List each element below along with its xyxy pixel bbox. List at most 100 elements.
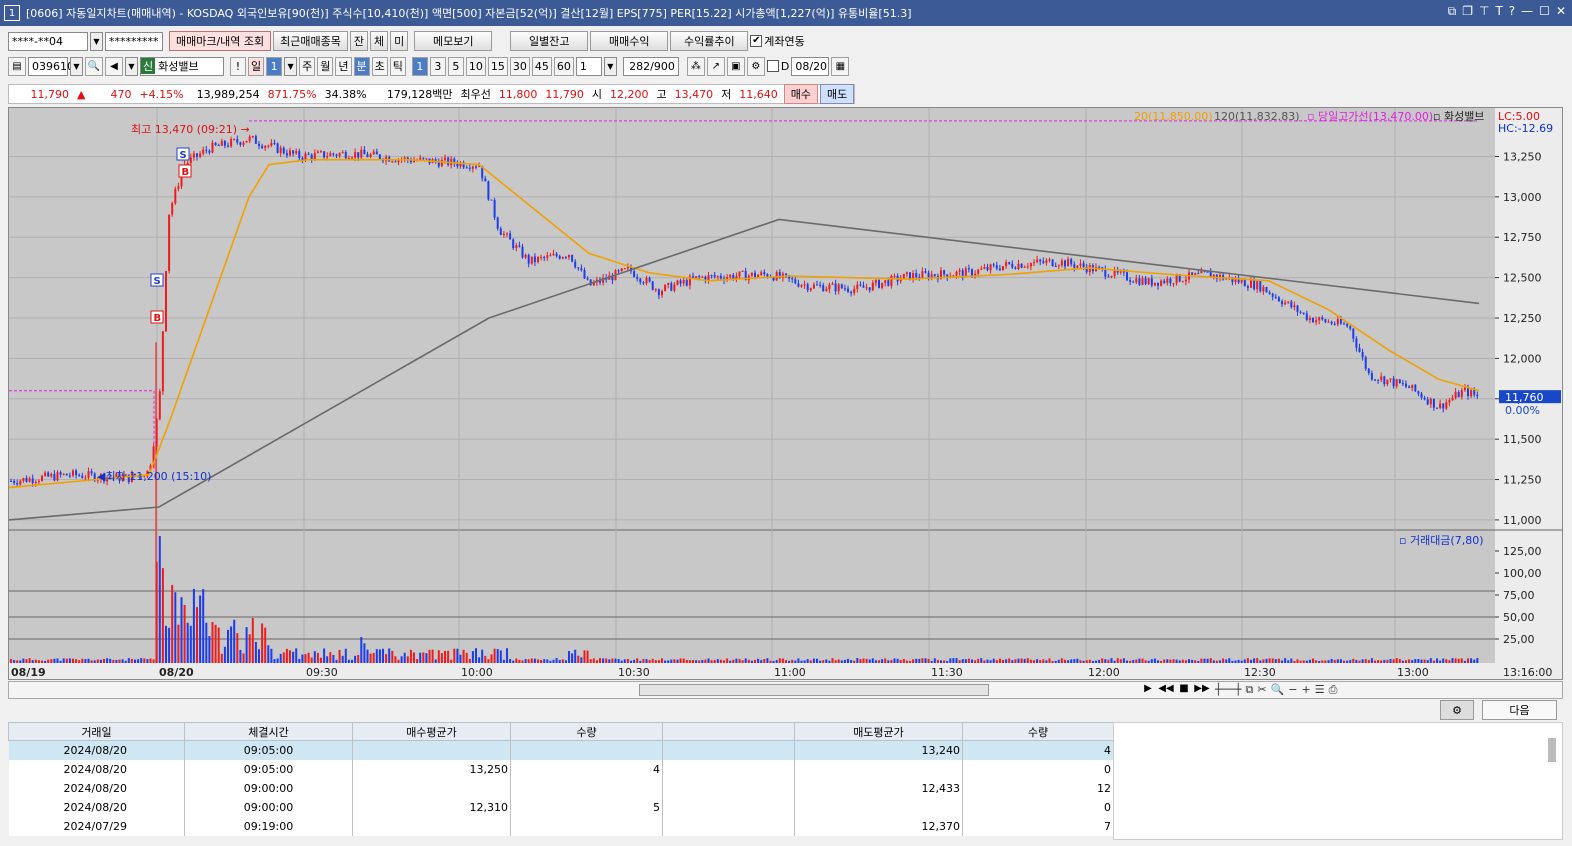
copy-icon[interactable]: ⧉: [1246, 683, 1254, 697]
stock-menu-icon[interactable]: ▤: [8, 56, 26, 76]
save-icon[interactable]: ▣: [726, 56, 745, 76]
speaker-icon[interactable]: ◀: [105, 56, 123, 76]
volume-bar: [1318, 660, 1321, 663]
candle: [363, 149, 366, 155]
pin-icon[interactable]: ⊤: [1479, 4, 1489, 19]
trade-profit-button[interactable]: 매매수익: [590, 31, 669, 51]
period-week-button[interactable]: 주: [299, 56, 316, 76]
period-minute-button[interactable]: 분: [353, 56, 370, 76]
period-second-button[interactable]: 초: [371, 56, 388, 76]
table-row[interactable]: 2024/08/20 09:05:00 13,240 4: [8, 740, 1114, 760]
plus-icon[interactable]: +: [1302, 683, 1311, 697]
period-dropdown-icon[interactable]: ▼: [284, 56, 298, 76]
stock-name-field[interactable]: 신 화성밸브: [140, 56, 224, 76]
table-cell: [662, 740, 795, 760]
date-checkbox[interactable]: [766, 60, 779, 72]
account-input[interactable]: ****-**04: [8, 31, 88, 51]
account-link-checkbox[interactable]: ✔ 계좌연동: [750, 33, 805, 49]
x-tick-label: 12:30: [1244, 666, 1276, 679]
period-month-button[interactable]: 월: [317, 56, 334, 76]
candle: [1150, 278, 1153, 286]
balance-button[interactable]: 잔: [349, 31, 369, 51]
volume-bar: [149, 658, 152, 663]
table-cell: 09:19:00: [184, 816, 353, 836]
period-day-value[interactable]: 1: [266, 56, 283, 76]
print-icon[interactable]: ⎙: [1329, 683, 1338, 697]
rewind-icon[interactable]: ◀◀: [1158, 683, 1174, 697]
play-icon[interactable]: ▶: [1140, 683, 1156, 697]
memo-button[interactable]: 메모보기: [414, 31, 493, 51]
period-year-button[interactable]: 년: [335, 56, 352, 76]
minus-icon[interactable]: −: [1288, 683, 1297, 697]
account-dropdown-icon[interactable]: ▼: [90, 31, 103, 51]
header-buy-avg[interactable]: 매수평균가: [352, 722, 511, 741]
interval-15-button[interactable]: 15: [487, 56, 508, 76]
price-chart[interactable]: 13,250 13,000 12,750 12,500 12,250 12,000 11,7…: [9, 108, 1562, 679]
interval-60-button[interactable]: 60: [553, 56, 574, 76]
trade-mark-button[interactable]: 매매마크/내역 조회: [169, 31, 272, 51]
link-icon[interactable]: ⧉: [1448, 4, 1457, 19]
indicator-icon[interactable]: ⁂: [686, 56, 705, 76]
check-icon[interactable]: ✔: [750, 35, 763, 47]
executed-button[interactable]: 체: [370, 31, 389, 51]
table-row[interactable]: 2024/07/29 09:19:00 12,370 7: [8, 816, 1114, 836]
date-input[interactable]: 08/20: [791, 56, 830, 76]
interval-10-button[interactable]: 10: [465, 56, 486, 76]
data-count-input[interactable]: 282/900: [622, 56, 679, 76]
period-tick-button[interactable]: 틱: [389, 56, 406, 76]
recent-trades-button[interactable]: 최근매매종목: [273, 31, 348, 51]
restore-icon[interactable]: ❐: [1462, 4, 1473, 19]
password-input[interactable]: *********: [105, 31, 163, 51]
chart-area[interactable]: 13,250 13,000 12,750 12,500 12,250 12,000 11,7…: [8, 107, 1563, 680]
interval-5-button[interactable]: 5: [447, 56, 464, 76]
next-button[interactable]: 다음: [1482, 700, 1557, 720]
candle: [834, 283, 837, 292]
period-day-button[interactable]: 일: [248, 56, 265, 76]
sell-button[interactable]: 매도: [820, 84, 855, 104]
scroll-thumb[interactable]: [639, 684, 989, 696]
interval-3-button[interactable]: 3: [429, 56, 446, 76]
interval-45-button[interactable]: 45: [531, 56, 552, 76]
profit-rate-button[interactable]: 수익률추이: [670, 31, 749, 51]
speaker-dropdown-icon[interactable]: ▼: [125, 56, 138, 76]
close-icon[interactable]: ✕: [1556, 4, 1566, 19]
stock-code-input[interactable]: 039610: [28, 56, 74, 76]
draw-icon[interactable]: ↗: [706, 56, 725, 76]
search-icon[interactable]: 🔍: [85, 56, 103, 76]
text-icon[interactable]: T: [1495, 4, 1502, 19]
alert-button[interactable]: !: [230, 56, 246, 76]
interval-30-button[interactable]: 30: [509, 56, 530, 76]
candle: [1107, 276, 1110, 278]
stop-icon[interactable]: ■: [1176, 683, 1192, 697]
interval-count-input[interactable]: 1: [575, 56, 602, 76]
table-row[interactable]: 2024/08/20 09:05:00 13,250 4 0: [8, 759, 1114, 779]
forward-icon[interactable]: ▶▶: [1194, 683, 1210, 697]
daily-balance-button[interactable]: 일별잔고: [510, 31, 589, 51]
table-row[interactable]: 2024/08/20 09:00:00 12,310 5 0: [8, 797, 1114, 817]
table-row[interactable]: 2024/08/20 09:00:00 12,433 12: [8, 778, 1114, 798]
cut-icon[interactable]: ✂: [1257, 683, 1266, 697]
table-scrollbar[interactable]: [1548, 738, 1556, 762]
volume-bar: [1290, 658, 1293, 663]
header-sell-qty[interactable]: 수량: [962, 722, 1114, 741]
grid-settings-icon[interactable]: ⚙: [1440, 700, 1474, 720]
count-dropdown-icon[interactable]: ▼: [603, 56, 617, 76]
volume-bar: [1138, 658, 1141, 663]
unexecuted-button[interactable]: 미: [390, 31, 409, 51]
header-buy-qty[interactable]: 수량: [510, 722, 663, 741]
header-time[interactable]: 체결시간: [184, 722, 353, 741]
candle: [211, 142, 214, 153]
header-sell-avg[interactable]: 매도평균가: [794, 722, 963, 741]
interval-1-button[interactable]: 1: [411, 56, 428, 76]
settings-icon[interactable]: ⚙: [746, 56, 765, 76]
range-icon[interactable]: ┼──┼: [1215, 683, 1242, 697]
code-dropdown-icon[interactable]: ▼: [70, 56, 83, 76]
minimize-icon[interactable]: —: [1521, 4, 1533, 19]
zoom-icon[interactable]: 🔍: [1271, 683, 1285, 697]
header-date[interactable]: 거래일: [8, 722, 185, 741]
maximize-icon[interactable]: ☐: [1539, 4, 1550, 19]
buy-button[interactable]: 매수: [783, 84, 819, 104]
help-icon[interactable]: ?: [1509, 4, 1515, 19]
list-icon[interactable]: ☰: [1315, 683, 1325, 697]
calendar-icon[interactable]: ▦: [831, 56, 850, 76]
